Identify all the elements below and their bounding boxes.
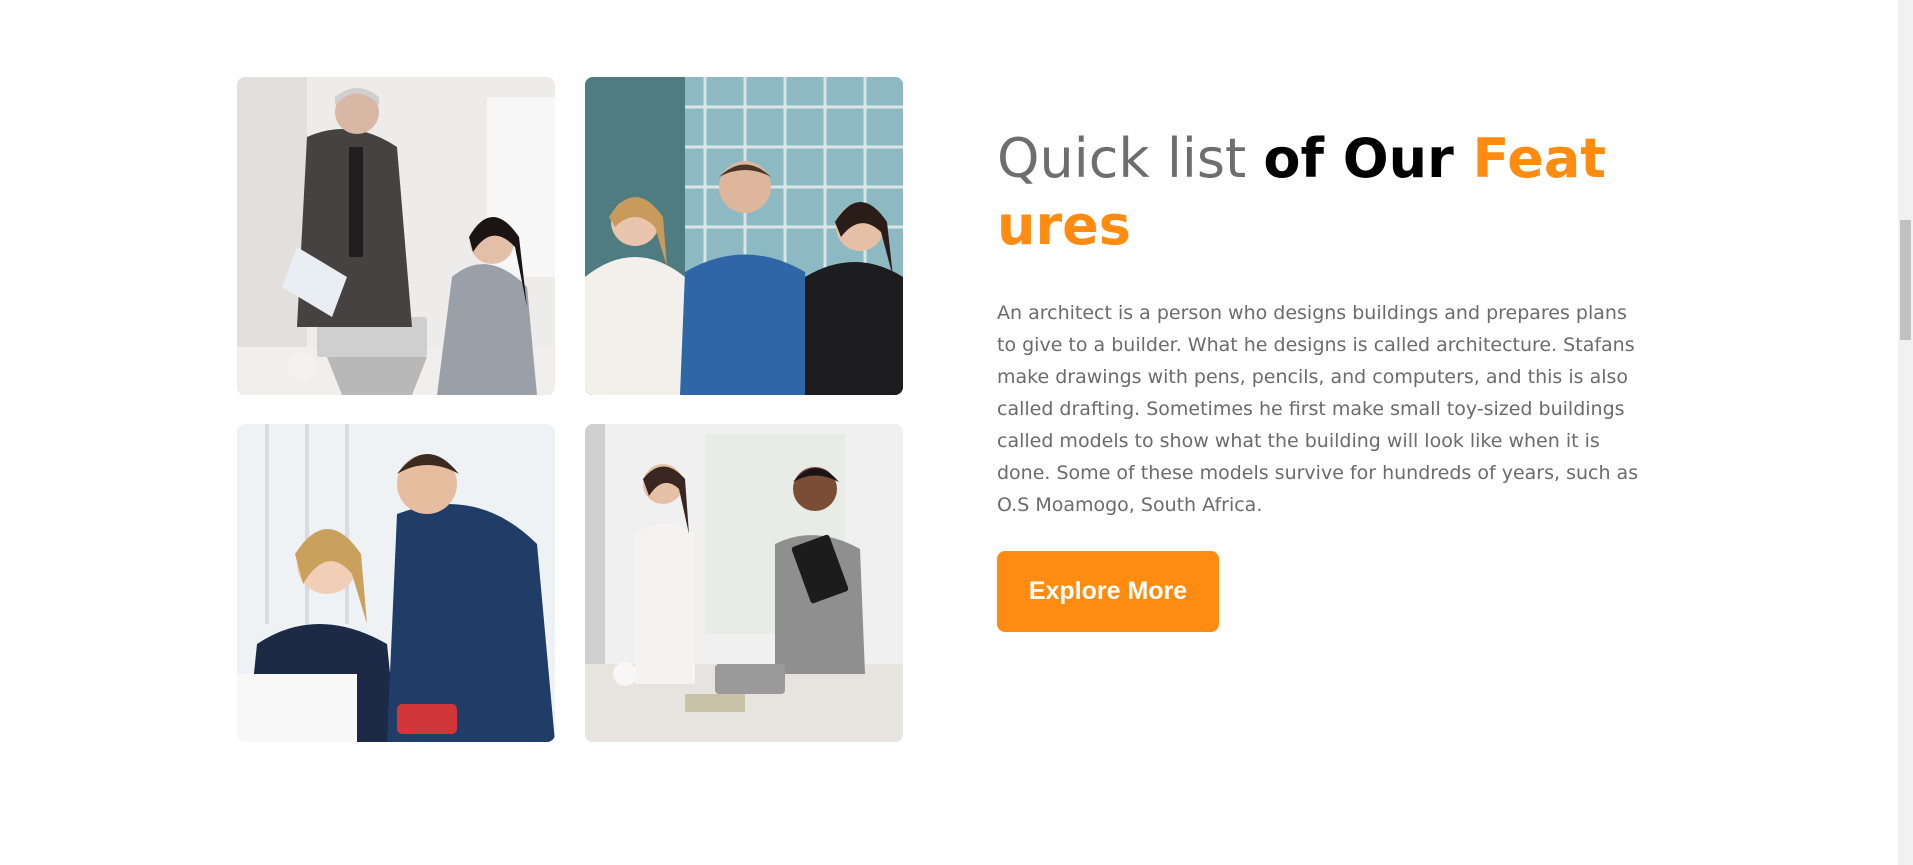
heading-dark-part: of Our — [1263, 127, 1473, 190]
business-team-photo — [585, 77, 903, 395]
office-meeting-photo — [237, 77, 555, 395]
explore-more-button[interactable]: Explore More — [997, 551, 1219, 632]
scrollbar-thumb[interactable] — [1900, 220, 1911, 340]
heading-light-part: Quick list — [997, 127, 1264, 190]
features-heading: Quick list of Our Features — [997, 125, 1637, 259]
features-description: An architect is a person who designs bui… — [997, 302, 1639, 516]
page-scrollbar[interactable] — [1898, 0, 1913, 865]
features-content: Quick list of Our Features An architect … — [997, 125, 1647, 521]
handshake-photo — [585, 424, 903, 742]
coworkers-laptop-photo — [237, 424, 555, 742]
